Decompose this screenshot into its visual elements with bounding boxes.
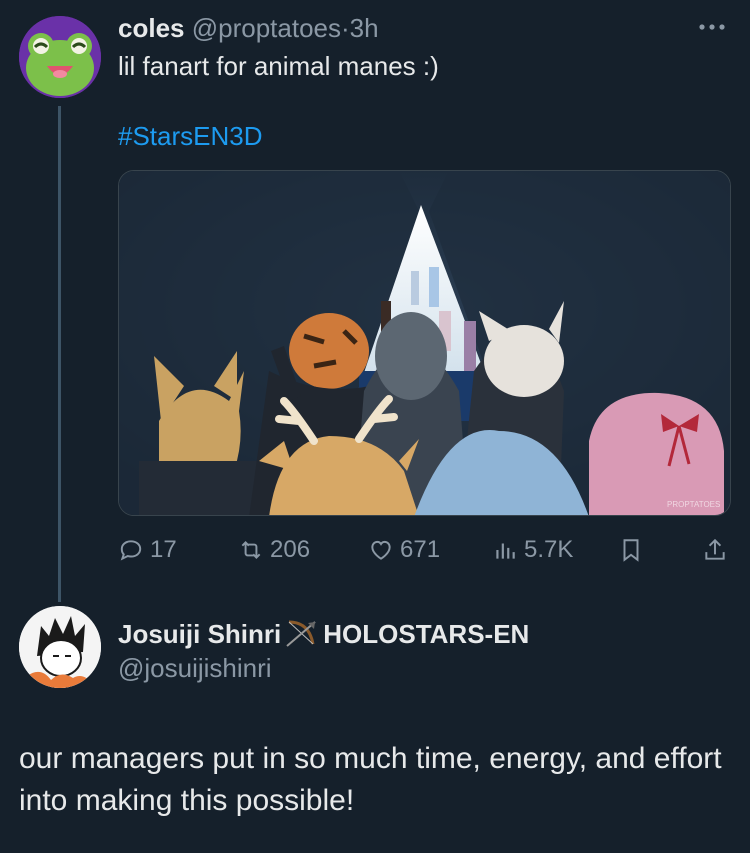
reply-text: our managers put in so much time, energy…: [19, 742, 722, 817]
more-options-button[interactable]: [694, 12, 730, 42]
author-handle[interactable]: @proptatoes: [192, 13, 341, 43]
frog-avatar-image: [19, 16, 101, 98]
bookmark-button[interactable]: [618, 532, 644, 568]
artist-signature: PROPTATOES: [667, 500, 720, 509]
thread-connector-line: [58, 106, 61, 602]
reply-name-part2: HOLOSTARS-EN: [323, 619, 530, 649]
tweet-time[interactable]: 3h: [350, 13, 379, 43]
like-button[interactable]: 671: [368, 532, 440, 568]
author-name[interactable]: coles: [118, 13, 185, 43]
more-horizontal-icon: [699, 24, 725, 30]
share-icon: [705, 538, 725, 560]
separator-dot: ·: [341, 13, 350, 43]
bow-arrow-emoji-icon: [286, 620, 316, 647]
hashtag-link[interactable]: #StarsEN3D: [118, 118, 263, 154]
tweet-action-bar: 17 206 671 5.7K: [118, 532, 730, 568]
reply-count: 17: [150, 536, 177, 563]
bookmark-icon: [623, 539, 639, 562]
share-button[interactable]: [702, 532, 728, 568]
reply-button[interactable]: 17: [118, 532, 177, 568]
reply-author-handle[interactable]: @josuijishinri: [118, 652, 272, 684]
reply-name-part1: Josuiji Shinri: [118, 619, 282, 649]
reply-icon: [120, 540, 142, 561]
retweet-count: 206: [270, 536, 311, 563]
like-count: 671: [400, 536, 441, 563]
reply-author-avatar[interactable]: [19, 606, 101, 688]
heart-icon: [371, 540, 391, 560]
reply-author-name[interactable]: Josuiji Shinri HOLOSTARS-EN: [118, 618, 529, 650]
views-button[interactable]: 5.7K: [492, 532, 573, 568]
tweet-header: coles @proptatoes·3h: [118, 10, 379, 46]
author-avatar[interactable]: [19, 16, 101, 98]
retweet-button[interactable]: 206: [238, 532, 310, 568]
fanart-illustration: PROPTATOES: [119, 171, 730, 515]
retweet-icon: [241, 541, 261, 559]
tweet-media-image[interactable]: PROPTATOES: [118, 170, 731, 516]
tweet-text: lil fanart for animal manes :): [118, 51, 439, 81]
sketch-avatar-image: [19, 606, 101, 688]
views-count: 5.7K: [524, 536, 574, 563]
views-icon: [496, 543, 515, 559]
